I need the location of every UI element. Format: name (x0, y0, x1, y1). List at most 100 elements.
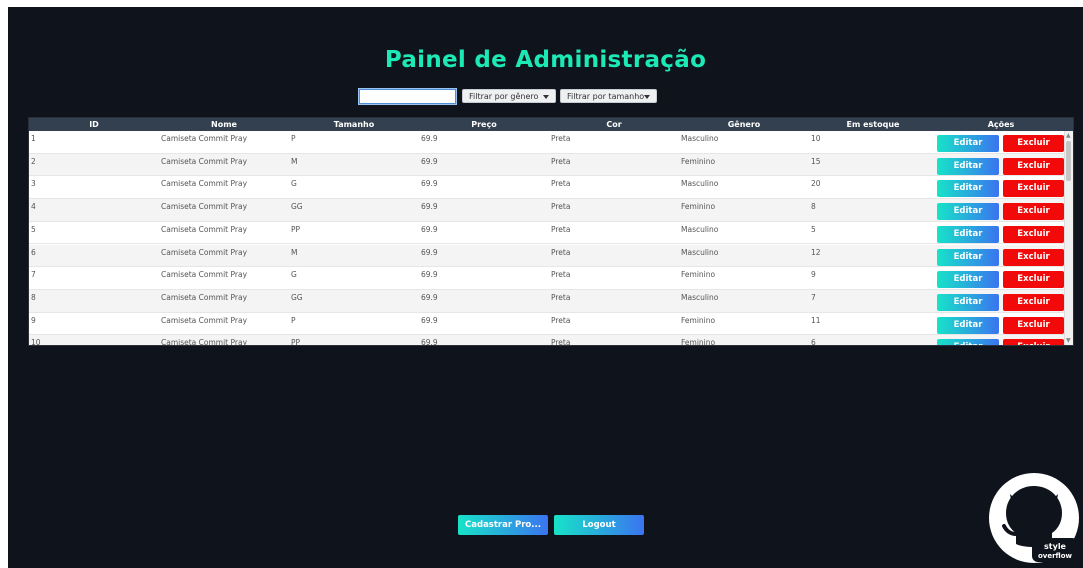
delete-button[interactable]: Excluir (1003, 339, 1064, 345)
page-title: Painel de Administração (384, 47, 707, 73)
scrollbar-thumb[interactable] (1066, 141, 1071, 181)
cell-tamanho: PP (291, 224, 301, 234)
table-row[interactable]: 10 Camiseta Commit Pray PP 69.9 Preta Feminin… (29, 335, 1065, 345)
table-row[interactable]: 1 Camiseta Commit Pray P 69.9 Preta Masculino… (29, 131, 1065, 154)
cadastrar-produto-button[interactable]: Cadastrar Pro... (458, 515, 548, 535)
delete-button[interactable]: Excluir (1003, 316, 1064, 334)
cell-genero: Masculino (681, 134, 719, 143)
logo-line1: style (1044, 542, 1067, 551)
column-header-id[interactable]: ID (29, 118, 159, 131)
cell-preco: 69.9 (421, 292, 438, 302)
edit-button[interactable]: Editar (937, 135, 999, 152)
vertical-scrollbar[interactable]: ▲ ▼ (1064, 131, 1073, 345)
chevron-down-icon (543, 95, 549, 99)
cell-genero: Feminino (681, 315, 716, 325)
column-header-acoes[interactable]: Ações (937, 118, 1065, 131)
cell-tamanho: GG (291, 292, 303, 302)
cell-tamanho: M (291, 247, 298, 257)
cell-estoque: 6 (811, 338, 816, 345)
cell-estoque: 15 (811, 156, 821, 166)
cell-estoque: 12 (811, 247, 821, 257)
cell-tamanho: P (291, 315, 296, 325)
cell-tamanho: P (291, 134, 296, 143)
edit-button[interactable]: Editar (937, 203, 999, 221)
cell-genero: Masculino (681, 224, 719, 234)
delete-button[interactable]: Excluir (1003, 157, 1064, 175)
table-row[interactable]: 9 Camiseta Commit Pray P 69.9 Preta Feminino 1… (29, 313, 1065, 336)
table-row[interactable]: 5 Camiseta Commit Pray PP 69.9 Preta Masculin… (29, 222, 1065, 245)
scroll-down-icon[interactable]: ▼ (1066, 337, 1071, 344)
column-header-preco[interactable]: Preço (419, 118, 549, 131)
table-row[interactable]: 6 Camiseta Commit Pray M 69.9 Preta Masculino… (29, 244, 1065, 268)
delete-button[interactable]: Excluir (1003, 225, 1064, 243)
cell-cor: Preta (551, 270, 571, 280)
table-row[interactable]: 8 Camiseta Commit Pray GG 69.9 Preta Masculin… (29, 289, 1065, 313)
cell-preco: 69.9 (421, 202, 438, 212)
edit-button[interactable]: Editar (937, 180, 999, 198)
cell-genero: Feminino (681, 270, 716, 280)
table-row[interactable]: 7 Camiseta Commit Pray G 69.9 Preta Feminino 9… (29, 267, 1065, 290)
cell-id: 8 (31, 292, 36, 302)
cell-nome: Camiseta Commit Pray (161, 247, 248, 257)
cell-tamanho: M (291, 156, 298, 166)
cell-id: 2 (31, 156, 36, 166)
delete-button[interactable]: Excluir (1003, 180, 1064, 198)
cell-nome: Camiseta Commit Pray (161, 156, 248, 166)
table-row[interactable]: 4 Camiseta Commit Pray GG 69.9 Preta Feminino… (29, 199, 1065, 222)
tamanho-filter-select[interactable]: Filtrar por tamanho (560, 89, 657, 103)
cell-cor: Preta (551, 156, 571, 166)
delete-button[interactable]: Excluir (1003, 248, 1064, 266)
logout-button[interactable]: Logout (554, 515, 644, 535)
cell-nome: Camiseta Commit Pray (161, 270, 248, 280)
cell-preco: 69.9 (421, 224, 438, 234)
edit-button[interactable]: Editar (937, 339, 999, 345)
cell-cor: Preta (551, 202, 571, 212)
column-header-estoque[interactable]: Em estoque (809, 118, 937, 131)
edit-button[interactable]: Editar (937, 225, 999, 243)
cell-nome: Camiseta Commit Pray (161, 179, 248, 189)
cell-cor: Preta (551, 315, 571, 325)
cell-id: 5 (31, 224, 36, 234)
delete-button[interactable]: Excluir (1003, 203, 1064, 221)
cell-preco: 69.9 (421, 315, 438, 325)
table-row[interactable]: 3 Camiseta Commit Pray G 69.9 Preta Masculino… (29, 176, 1065, 200)
edit-button[interactable]: Editar (937, 293, 999, 311)
table-body: 1 Camiseta Commit Pray P 69.9 Preta Masculino… (29, 131, 1065, 345)
cell-id: 9 (31, 315, 36, 325)
column-header-cor[interactable]: Cor (549, 118, 679, 131)
search-input[interactable] (359, 89, 456, 104)
cell-preco: 69.9 (421, 179, 438, 189)
edit-button[interactable]: Editar (937, 157, 999, 175)
column-header-nome[interactable]: Nome (159, 118, 289, 131)
cell-genero: Masculino (681, 292, 719, 302)
table-header: ID Nome Tamanho Preço Cor Gênero Em esto… (29, 118, 1073, 131)
column-header-genero[interactable]: Gênero (679, 118, 809, 131)
scroll-up-icon[interactable]: ▲ (1066, 132, 1071, 139)
style-overflow-logo: style overflow (989, 473, 1079, 563)
genero-filter-select[interactable]: Filtrar por gênero (462, 89, 556, 103)
cell-genero: Masculino (681, 179, 719, 189)
cell-estoque: 9 (811, 270, 816, 280)
edit-button[interactable]: Editar (937, 248, 999, 266)
app-window: Painel de Administração Filtrar por gêne… (8, 7, 1083, 568)
cell-cor: Preta (551, 338, 571, 345)
table-row[interactable]: 2 Camiseta Commit Pray M 69.9 Preta Feminino 1… (29, 153, 1065, 177)
products-table: ID Nome Tamanho Preço Cor Gênero Em esto… (28, 117, 1074, 346)
delete-button[interactable]: Excluir (1003, 271, 1064, 289)
cell-cor: Preta (551, 224, 571, 234)
cell-nome: Camiseta Commit Pray (161, 202, 248, 212)
delete-button[interactable]: Excluir (1003, 135, 1064, 152)
edit-button[interactable]: Editar (937, 271, 999, 289)
cell-tamanho: PP (291, 338, 301, 345)
cell-estoque: 7 (811, 292, 816, 302)
cell-nome: Camiseta Commit Pray (161, 224, 248, 234)
column-header-tamanho[interactable]: Tamanho (289, 118, 419, 131)
delete-button[interactable]: Excluir (1003, 293, 1064, 311)
cell-estoque: 8 (811, 202, 816, 212)
cell-genero: Feminino (681, 156, 716, 166)
cell-tamanho: G (291, 179, 297, 189)
cell-cor: Preta (551, 134, 571, 143)
edit-button[interactable]: Editar (937, 316, 999, 334)
cell-id: 4 (31, 202, 36, 212)
cell-nome: Camiseta Commit Pray (161, 338, 248, 345)
